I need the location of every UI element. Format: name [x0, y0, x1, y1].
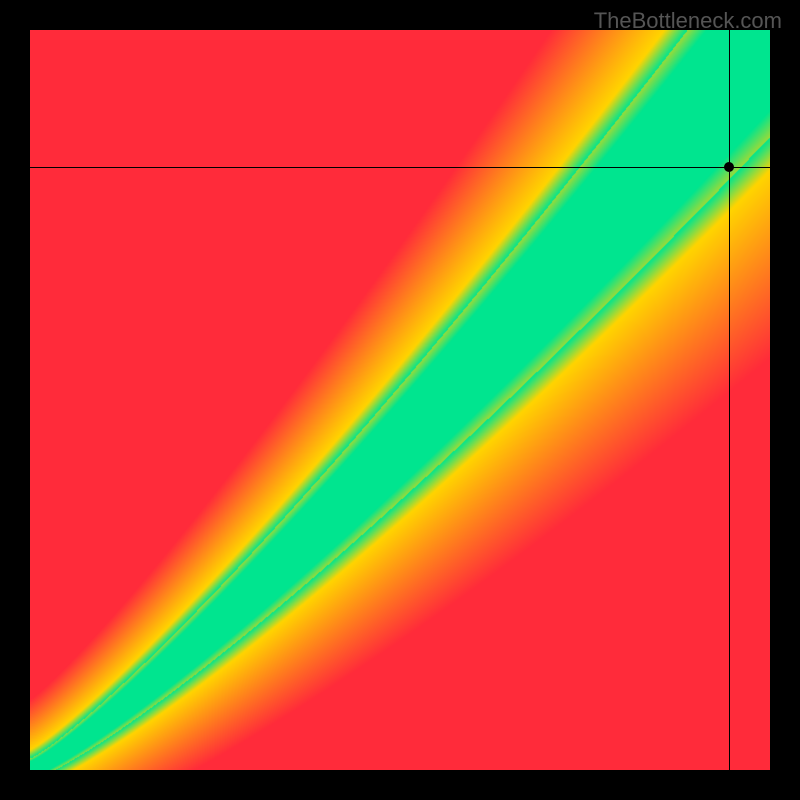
marker-dot: [724, 162, 734, 172]
heatmap-plot-area: [30, 30, 770, 770]
attribution-text: TheBottleneck.com: [594, 8, 782, 34]
crosshair-horizontal: [30, 167, 770, 168]
crosshair-vertical: [729, 30, 730, 770]
heatmap-canvas: [30, 30, 770, 770]
